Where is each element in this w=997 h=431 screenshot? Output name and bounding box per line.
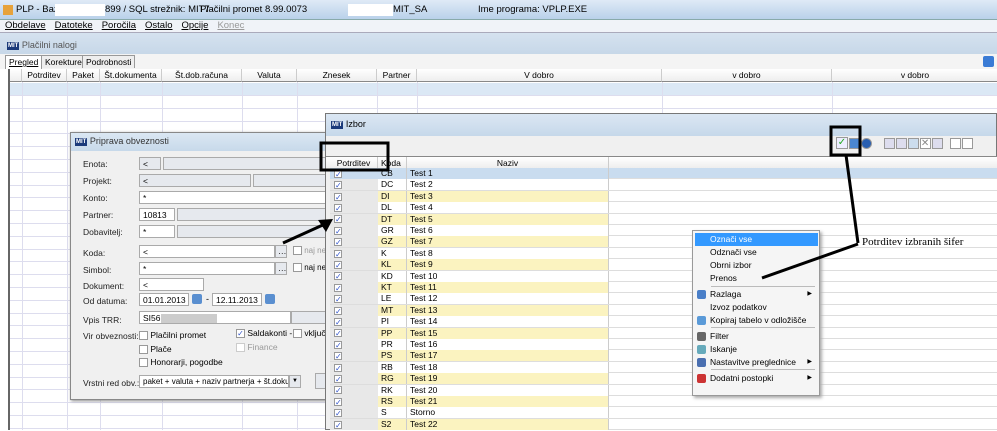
annotation-overlay [282,125,862,280]
annotation-line [844,154,860,244]
annotation-box-confirm [829,125,862,157]
annotation-line [761,242,859,280]
annotation-arrow [282,222,326,245]
annotation-label: Potrditev izbranih šifer [862,236,964,248]
annotation-box-potrditev [319,141,390,172]
